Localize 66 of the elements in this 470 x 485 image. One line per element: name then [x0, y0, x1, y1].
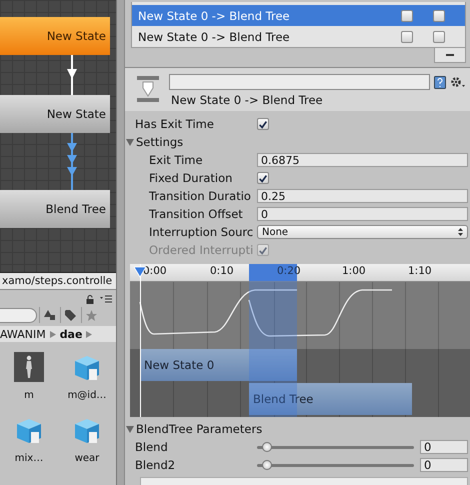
chevron-icon: [86, 330, 92, 338]
clip-bar[interactable]: New State 0: [140, 349, 297, 381]
number-field[interactable]: 0.6875: [257, 153, 468, 167]
breadcrumb-item[interactable]: dae: [60, 328, 82, 340]
search-field[interactable]: [0, 308, 37, 322]
updown-icon: [458, 228, 463, 236]
name-field[interactable]: [169, 74, 430, 90]
checkbox[interactable]: [257, 172, 269, 184]
asset-name[interactable]: m: [24, 390, 34, 401]
transition-arrow[interactable]: [66, 55, 78, 95]
number-field[interactable]: 0.25: [257, 189, 468, 203]
help-icon[interactable]: [434, 76, 446, 88]
asset-name[interactable]: wear: [74, 453, 100, 464]
checkbox[interactable]: [401, 30, 413, 42]
number-field[interactable]: 0: [420, 440, 468, 454]
foldout-icon[interactable]: [126, 138, 134, 146]
section-label[interactable]: Settings: [136, 135, 184, 149]
state-node[interactable]: Blend Tree: [0, 190, 110, 228]
time-label: 1:10: [408, 265, 432, 277]
property-label: Transition Offset: [149, 207, 244, 221]
transition-icon: [135, 74, 161, 104]
lock-icon[interactable]: [86, 294, 94, 304]
breadcrumb-item[interactable]: AWANIM: [0, 328, 46, 340]
tag-icon[interactable]: [64, 310, 76, 320]
remove-button[interactable]: [434, 48, 466, 63]
transition-row[interactable]: New State 0 -> Blend Tree: [132, 5, 465, 26]
property-label: Exit Time: [149, 153, 204, 167]
shapes-icon[interactable]: [44, 310, 54, 320]
transition-title: New State 0 -> Blend Tree: [170, 93, 324, 107]
figure-thumbnail: [14, 352, 44, 382]
checkbox[interactable]: [433, 10, 445, 22]
checkbox[interactable]: [401, 10, 413, 22]
number-field[interactable]: 0: [257, 207, 468, 221]
section-label[interactable]: BlendTree Parameters: [136, 422, 262, 436]
number-field[interactable]: 0: [420, 458, 468, 472]
time-label: 1:00: [342, 265, 366, 277]
dropdown[interactable]: None: [257, 225, 468, 239]
checkbox[interactable]: [257, 118, 269, 130]
property-label: Ordered Interrupti: [149, 243, 254, 257]
transition-label: New State 0 -> Blend Tree: [138, 30, 291, 44]
asset-name[interactable]: m@id…: [68, 390, 106, 401]
time-label: 0:10: [210, 265, 234, 277]
state-node[interactable]: New State: [0, 17, 110, 55]
property-label: Fixed Duration: [149, 171, 234, 185]
clip-bar[interactable]: Blend Tree: [249, 383, 412, 415]
asset-name[interactable]: mix…: [14, 453, 44, 464]
parameter-label: Blend2: [135, 458, 176, 472]
property-label: Interruption Sourc: [149, 225, 254, 239]
property-label: Has Exit Time: [135, 117, 215, 131]
parameter-label: Blend: [135, 440, 169, 454]
controller-path: xamo/steps.controlle: [0, 272, 116, 290]
slider[interactable]: [257, 441, 414, 453]
menu-icon[interactable]: [100, 295, 112, 303]
property-label: Transition Duratio: [149, 189, 252, 203]
state-node[interactable]: New State: [0, 95, 110, 133]
settings-icon[interactable]: [450, 76, 466, 88]
slider-thumb[interactable]: [262, 460, 272, 470]
slider-thumb[interactable]: [262, 442, 272, 452]
foldout-icon[interactable]: [126, 426, 134, 432]
chevron-icon: [50, 330, 56, 338]
transition-label: New State 0 -> Blend Tree: [138, 8, 291, 22]
checkbox[interactable]: [433, 30, 445, 42]
slider[interactable]: [257, 459, 414, 471]
transition-row[interactable]: New State 0 -> Blend Tree: [132, 26, 465, 47]
star-icon[interactable]: [86, 310, 96, 320]
multiple-transition-arrow[interactable]: [66, 133, 78, 190]
